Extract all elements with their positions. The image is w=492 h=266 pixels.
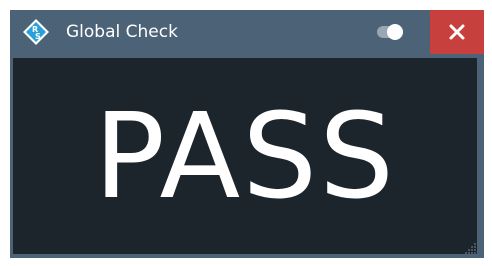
title-bar[interactable]: R S Global Check bbox=[10, 10, 484, 54]
global-check-window: R S Global Check PASS bbox=[10, 10, 484, 258]
rohde-schwarz-logo-icon: R S bbox=[23, 19, 49, 45]
result-text: PASS bbox=[93, 87, 397, 225]
result-panel: PASS bbox=[13, 58, 477, 254]
window-title: Global Check bbox=[66, 22, 178, 42]
toggle-knob bbox=[387, 24, 403, 40]
toggle-switch[interactable] bbox=[377, 24, 407, 40]
close-icon bbox=[449, 24, 465, 40]
svg-text:S: S bbox=[35, 32, 41, 41]
close-button[interactable] bbox=[430, 10, 484, 54]
resize-grip-icon[interactable] bbox=[463, 240, 477, 254]
